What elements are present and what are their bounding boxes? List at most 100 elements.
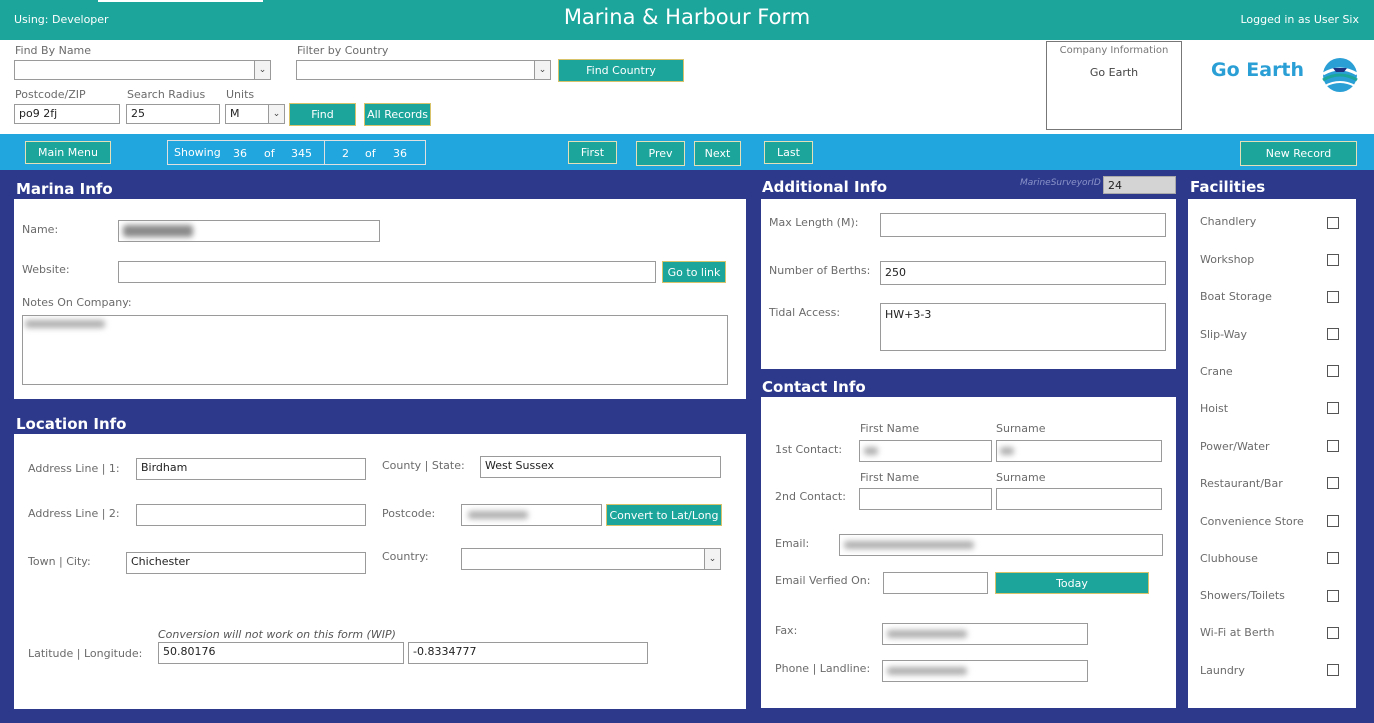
go-earth-logo: Go Earth <box>1211 56 1361 100</box>
facility-checkbox[interactable] <box>1327 328 1339 340</box>
company-info-label: Company Information <box>1059 45 1169 56</box>
today-button[interactable]: Today <box>995 572 1149 594</box>
contact2-surname-input[interactable] <box>996 488 1162 510</box>
units-label: Units <box>226 88 255 101</box>
town-input[interactable]: Chichester <box>126 552 366 574</box>
current-index: 2 <box>342 147 349 160</box>
email-input[interactable] <box>839 534 1163 556</box>
find-country-button[interactable]: Find Country <box>558 59 684 82</box>
berths-input[interactable]: 250 <box>880 261 1166 285</box>
facility-checkbox[interactable] <box>1327 515 1339 527</box>
facility-checkbox[interactable] <box>1327 627 1339 639</box>
location-info-title: Location Info <box>16 415 127 433</box>
max-length-input[interactable] <box>880 213 1166 237</box>
address2-input[interactable] <box>136 504 366 526</box>
facility-checkbox[interactable] <box>1327 440 1339 452</box>
prev-record-button[interactable]: Prev <box>636 141 685 166</box>
next-record-button[interactable]: Next <box>694 141 741 166</box>
website-label: Website: <box>22 263 70 276</box>
additional-info-panel: Max Length (M): Number of Berths: 250 Ti… <box>761 199 1176 369</box>
last-record-button[interactable]: Last <box>764 141 813 164</box>
all-records-button[interactable]: All Records <box>364 103 431 126</box>
units-value: M <box>230 107 240 120</box>
facility-label: Hoist <box>1200 402 1229 415</box>
of-label: of <box>365 147 376 160</box>
first-name-label: First Name <box>860 422 920 435</box>
facility-checkbox[interactable] <box>1327 291 1339 303</box>
country-combo[interactable]: ⌄ <box>461 548 721 570</box>
chevron-down-icon[interactable]: ⌄ <box>534 61 550 79</box>
main-menu-button[interactable]: Main Menu <box>25 141 111 164</box>
go-to-link-button[interactable]: Go to link <box>662 261 726 283</box>
surveyor-id-input[interactable]: 24 <box>1103 176 1176 194</box>
contact-info-title: Contact Info <box>762 378 866 396</box>
filter-country-combo[interactable]: ⌄ <box>296 60 551 80</box>
additional-info-title: Additional Info <box>762 178 888 196</box>
chevron-down-icon[interactable]: ⌄ <box>254 61 270 79</box>
facility-checkbox[interactable] <box>1327 590 1339 602</box>
filter-country-label: Filter by Country <box>297 44 389 57</box>
chevron-down-icon[interactable]: ⌄ <box>704 549 720 569</box>
name-input[interactable] <box>118 220 380 242</box>
email-verified-label: Email Verfied On: <box>775 574 871 587</box>
convert-latlong-button[interactable]: Convert to Lat/Long <box>606 504 722 526</box>
search-radius-input[interactable]: 25 <box>126 104 220 124</box>
facilities-title: Facilities <box>1190 178 1266 196</box>
facility-checkbox[interactable] <box>1327 477 1339 489</box>
marina-info-title: Marina Info <box>16 180 113 198</box>
facility-checkbox[interactable] <box>1327 365 1339 377</box>
postcode-search-label: Postcode/ZIP <box>15 88 86 101</box>
surname-label: Surname <box>996 471 1046 484</box>
contact2-first-name-input[interactable] <box>859 488 992 510</box>
company-info-box: Company Information Go Earth <box>1046 41 1182 130</box>
website-input[interactable] <box>118 261 656 283</box>
facility-checkbox[interactable] <box>1327 217 1339 229</box>
find-by-name-combo[interactable]: ⌄ <box>14 60 271 80</box>
postcode-input[interactable] <box>461 504 602 526</box>
phone-input[interactable] <box>882 660 1088 682</box>
conversion-note: Conversion will not work on this form (W… <box>158 628 396 641</box>
town-label: Town | City: <box>28 555 91 568</box>
contact1-surname-input[interactable] <box>996 440 1162 462</box>
name-label: Name: <box>22 223 59 236</box>
redacted-phone <box>887 667 967 675</box>
tab-indicator <box>98 0 263 2</box>
email-verified-input[interactable] <box>883 572 988 594</box>
facility-label: Showers/Toilets <box>1200 589 1285 602</box>
county-input[interactable]: West Sussex <box>480 456 721 478</box>
facility-checkbox[interactable] <box>1327 552 1339 564</box>
facility-checkbox[interactable] <box>1327 254 1339 266</box>
facility-label: Chandlery <box>1200 215 1257 228</box>
facility-checkbox[interactable] <box>1327 402 1339 414</box>
latitude-input[interactable]: 50.80176 <box>158 642 404 664</box>
redacted-value <box>123 225 193 237</box>
chevron-down-icon[interactable]: ⌄ <box>268 105 284 123</box>
facility-label: Restaurant/Bar <box>1200 477 1283 490</box>
facility-label: Laundry <box>1200 664 1245 677</box>
units-combo[interactable]: M ⌄ <box>225 104 285 124</box>
redacted-postcode <box>468 511 528 519</box>
address2-label: Address Line | 2: <box>28 507 120 520</box>
contact2-label: 2nd Contact: <box>775 490 846 503</box>
search-radius-label: Search Radius <box>127 88 206 101</box>
facility-checkbox[interactable] <box>1327 664 1339 676</box>
latlong-label: Latitude | Longitude: <box>28 647 143 660</box>
surname-label: Surname <box>996 422 1046 435</box>
company-name: Go Earth <box>1089 66 1139 79</box>
new-record-button[interactable]: New Record <box>1240 141 1357 166</box>
find-by-name-label: Find By Name <box>15 44 92 57</box>
tidal-input[interactable]: HW+3-3 <box>880 303 1166 351</box>
postcode-search-input[interactable]: po9 2fj <box>14 104 120 124</box>
address1-input[interactable]: Birdham <box>136 458 366 480</box>
longitude-input[interactable]: -0.8334777 <box>408 642 648 664</box>
first-record-button[interactable]: First <box>568 141 617 164</box>
notes-textarea[interactable] <box>22 315 728 385</box>
logo-text: Go Earth <box>1211 59 1305 81</box>
email-label: Email: <box>775 537 810 550</box>
redacted-value <box>864 447 878 455</box>
find-button[interactable]: Find <box>289 103 356 126</box>
contact1-first-name-input[interactable] <box>859 440 992 462</box>
fax-label: Fax: <box>775 624 798 637</box>
fax-input[interactable] <box>882 623 1088 645</box>
redacted-email <box>844 541 974 549</box>
